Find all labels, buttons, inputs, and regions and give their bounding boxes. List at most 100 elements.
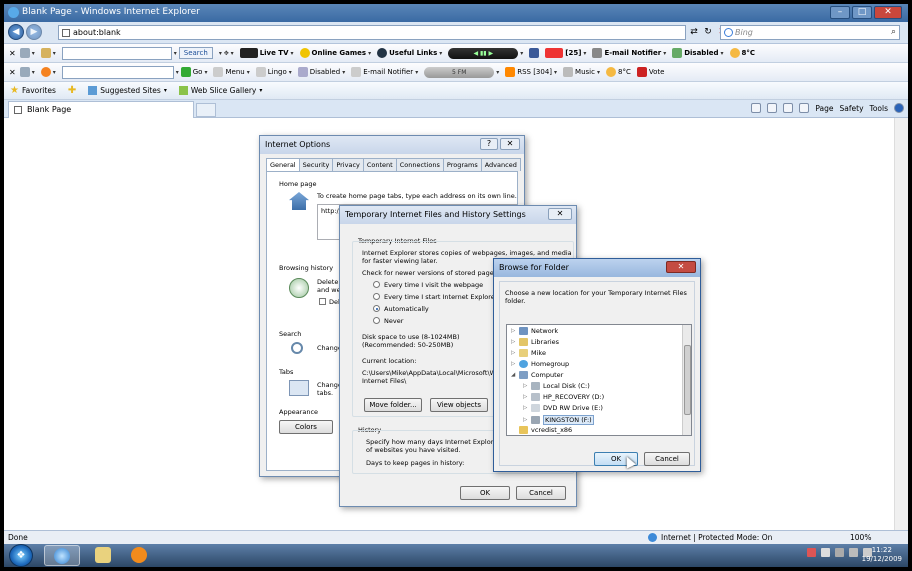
tab-security[interactable]: Security bbox=[298, 158, 334, 171]
tab-privacy[interactable]: Privacy bbox=[332, 158, 364, 171]
tree-item-mike[interactable]: ▷ Mike bbox=[511, 349, 546, 357]
print-icon[interactable] bbox=[799, 103, 810, 113]
temp-ok-button[interactable]: OK bbox=[460, 486, 510, 500]
music-button[interactable]: Music bbox=[575, 68, 595, 76]
toolbar-logo-icon[interactable] bbox=[40, 67, 51, 77]
radio-every-start[interactable] bbox=[373, 293, 380, 300]
colors-button[interactable]: Colors bbox=[279, 420, 333, 434]
add-favorite-button[interactable]: ✚ bbox=[68, 85, 76, 96]
move-folder-button[interactable]: Move folder... bbox=[364, 398, 422, 412]
lingo-button[interactable]: Lingo bbox=[268, 68, 287, 76]
live-tv-button[interactable]: Live TV bbox=[260, 49, 289, 57]
temp-cancel-button[interactable]: Cancel bbox=[516, 486, 566, 500]
forward-button[interactable]: ▶ bbox=[26, 24, 42, 40]
suggested-sites-button[interactable]: Suggested Sites ▾ bbox=[88, 86, 167, 95]
tree-expander-icon[interactable]: ◢ bbox=[511, 372, 516, 378]
search-icon[interactable]: ⌕ bbox=[891, 27, 896, 37]
tab-connections[interactable]: Connections bbox=[395, 158, 444, 171]
tray-icon[interactable] bbox=[835, 548, 844, 557]
close-button[interactable]: ✕ bbox=[666, 261, 696, 273]
search-input[interactable]: Bing ⌕ bbox=[720, 25, 900, 40]
tree-expander-icon[interactable]: ▷ bbox=[523, 405, 528, 411]
close-button[interactable]: ✕ bbox=[548, 208, 572, 220]
tab-blank-page[interactable]: Blank Page bbox=[8, 101, 194, 118]
online-games-button[interactable]: Online Games bbox=[312, 49, 367, 57]
facebook-icon[interactable] bbox=[529, 48, 540, 58]
tree-scrollbar[interactable] bbox=[682, 325, 691, 435]
toolbar-search-field[interactable] bbox=[61, 46, 172, 60]
close-toolbar-icon[interactable]: ✕ bbox=[9, 49, 16, 58]
tree-item-hp-recovery[interactable]: ▷ HP_RECOVERY (D:) bbox=[523, 393, 604, 401]
new-tab-button[interactable] bbox=[196, 103, 216, 117]
tab-general[interactable]: General bbox=[266, 158, 300, 171]
radio-automatically[interactable] bbox=[373, 305, 380, 312]
tree-expander-icon[interactable]: ▷ bbox=[523, 383, 528, 389]
email-notifier-2-button[interactable]: E-mail Notifier bbox=[363, 68, 413, 76]
taskbar-explorer[interactable] bbox=[86, 545, 122, 566]
favorites-button[interactable]: ★ Favorites bbox=[10, 85, 56, 96]
radio-every-visit[interactable] bbox=[373, 281, 380, 288]
rss-count[interactable]: [25] bbox=[565, 49, 581, 57]
address-bar[interactable]: about:blank bbox=[58, 25, 686, 40]
tray-icon[interactable] bbox=[821, 548, 830, 557]
tree-item-network[interactable]: ▷ Network bbox=[511, 327, 558, 335]
email-notifier-button[interactable]: E-mail Notifier bbox=[604, 49, 661, 57]
maximize-button[interactable]: □ bbox=[852, 6, 872, 19]
web-slice-gallery-button[interactable]: Web Slice Gallery ▾ bbox=[178, 86, 262, 95]
tree-item-vcredist[interactable]: vcredist_x86 bbox=[511, 426, 572, 434]
tab-advanced[interactable]: Advanced bbox=[480, 158, 521, 171]
close-button[interactable]: ✕ bbox=[874, 6, 902, 19]
page-menu[interactable]: Page bbox=[815, 104, 833, 113]
tree-expander-icon[interactable]: ▷ bbox=[511, 328, 516, 334]
tree-item-libraries[interactable]: ▷ Libraries bbox=[511, 338, 559, 346]
tree-expander-icon[interactable]: ▷ bbox=[523, 417, 528, 423]
disabled-2-button[interactable]: Disabled bbox=[310, 68, 340, 76]
feeds-icon[interactable] bbox=[767, 103, 778, 113]
read-mail-icon[interactable] bbox=[783, 103, 794, 113]
clock[interactable]: 11:22 19/12/2009 bbox=[862, 546, 902, 564]
tree-expander-icon[interactable]: ▷ bbox=[511, 350, 516, 356]
vote-button[interactable]: Vote bbox=[649, 68, 665, 76]
rss-2-button[interactable]: RSS [304] bbox=[517, 68, 552, 76]
refresh-icon[interactable]: ↻ bbox=[702, 26, 714, 39]
tray-flag-icon[interactable] bbox=[807, 548, 816, 557]
tab-programs[interactable]: Programs bbox=[442, 158, 482, 171]
tree-item-computer[interactable]: ◢ Computer bbox=[511, 371, 563, 379]
radio-player[interactable]: 5 FM bbox=[424, 66, 495, 78]
menu-button[interactable]: Menu bbox=[225, 68, 244, 76]
zoom-level[interactable]: 100% bbox=[850, 533, 871, 542]
taskbar-ie[interactable] bbox=[44, 545, 80, 566]
compat-view-icon[interactable]: ⇄ bbox=[688, 26, 700, 39]
tree-item-local-disk[interactable]: ▷ Local Disk (C:) bbox=[523, 382, 590, 390]
back-button[interactable]: ◀ bbox=[8, 24, 24, 40]
delete-on-exit-checkbox[interactable] bbox=[319, 298, 326, 305]
help-icon[interactable] bbox=[894, 103, 904, 113]
security-zone[interactable]: Internet | Protected Mode: On bbox=[648, 533, 772, 542]
tools-menu[interactable]: Tools bbox=[870, 104, 888, 113]
close-toolbar-icon[interactable]: ✕ bbox=[9, 68, 16, 77]
tree-item-homegroup[interactable]: ▷ Homegroup bbox=[511, 360, 569, 368]
page-scrollbar[interactable] bbox=[894, 118, 908, 530]
safety-menu[interactable]: Safety bbox=[840, 104, 864, 113]
toolbar-icon[interactable] bbox=[40, 48, 51, 58]
help-button[interactable]: ? bbox=[480, 138, 498, 150]
tree-item-dvd-drive[interactable]: ▷ DVD RW Drive (E:) bbox=[523, 404, 603, 412]
start-button[interactable]: ❖ bbox=[9, 544, 33, 567]
window-titlebar[interactable]: Blank Page - Windows Internet Explorer –… bbox=[4, 4, 908, 22]
go-button[interactable]: Go bbox=[193, 68, 203, 76]
close-button[interactable]: ✕ bbox=[500, 138, 520, 150]
toolbar-2-search-field[interactable] bbox=[61, 65, 174, 79]
toolbar-search-button[interactable]: Search bbox=[178, 47, 213, 59]
view-objects-button[interactable]: View objects bbox=[430, 398, 488, 412]
toolbar-icon[interactable] bbox=[19, 48, 30, 58]
temp-files-titlebar[interactable]: Temporary Internet Files and History Set… bbox=[340, 206, 576, 224]
minimize-button[interactable]: – bbox=[830, 6, 850, 19]
weather-text[interactable]: 8°C bbox=[742, 49, 756, 57]
tree-expander-icon[interactable]: ▷ bbox=[511, 339, 516, 345]
disabled-button[interactable]: Disabled bbox=[684, 49, 718, 57]
folder-tree[interactable]: ▷ Network ▷ Libraries ▷ Mike ▷ Homegroup ◢ Co… bbox=[506, 324, 692, 436]
tab-content[interactable]: Content bbox=[362, 158, 397, 171]
browse-cancel-button[interactable]: Cancel bbox=[644, 452, 690, 466]
taskbar-media-player[interactable] bbox=[122, 545, 158, 566]
useful-links-button[interactable]: Useful Links bbox=[389, 49, 437, 57]
